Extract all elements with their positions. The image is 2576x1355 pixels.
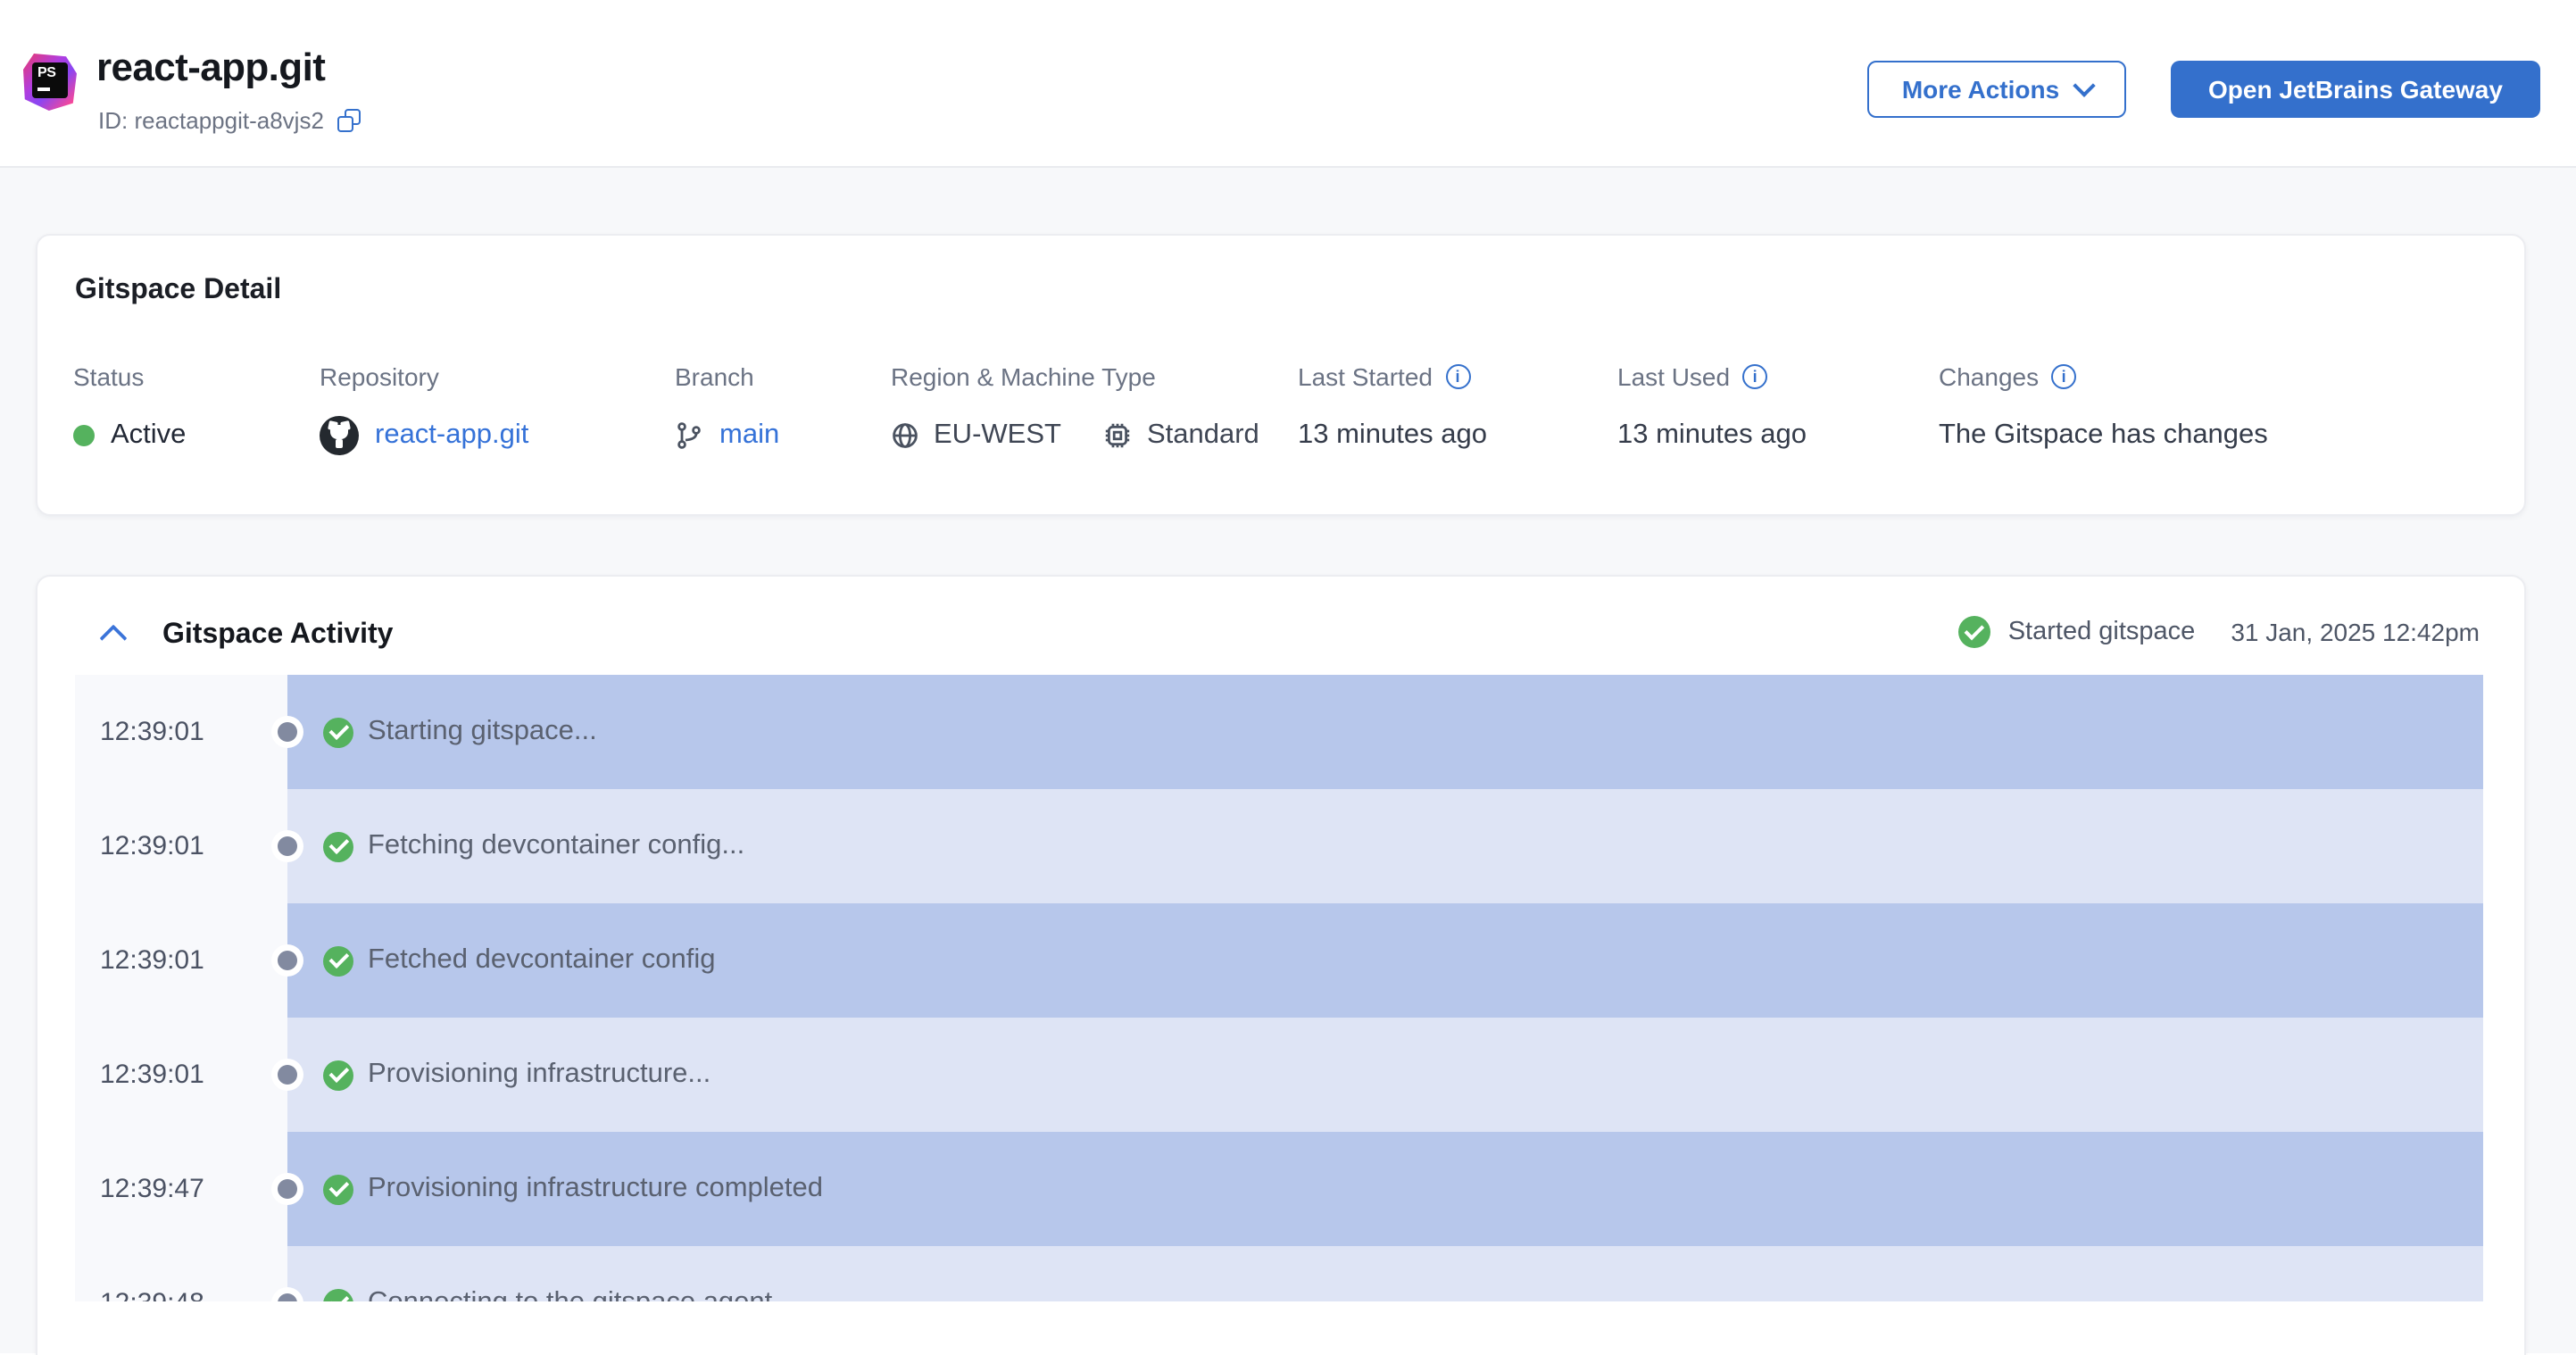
activity-row-message: Starting gitspace... — [368, 716, 597, 746]
check-circle-icon — [1957, 616, 1990, 648]
field-changes: Changes i The Gitspace has changes — [1939, 362, 2268, 457]
last-started-value: 13 minutes ago — [1298, 420, 1487, 450]
status-value: Active — [111, 420, 187, 450]
activity-log: 12:39:01 Starting gitspace... 12:39:01 F… — [75, 675, 2483, 1301]
last-started-label: Last Started — [1298, 362, 1433, 391]
check-circle-icon — [323, 1060, 353, 1090]
check-circle-icon — [323, 831, 353, 861]
phpstorm-underscore — [37, 87, 50, 91]
collapse-chevron-up-icon[interactable] — [102, 625, 127, 646]
activity-row-message: Connecting to the gitspace agent... — [368, 1287, 795, 1301]
cpu-icon — [1106, 423, 1131, 448]
info-icon[interactable]: i — [2051, 364, 2077, 389]
gitspace-id-row: ID: reactappgit-a8vjs2 — [98, 107, 361, 134]
activity-row-message: Provisioning infrastructure... — [368, 1059, 711, 1089]
activity-row-time: 12:39:01 — [100, 1060, 204, 1090]
timeline-dot — [278, 1179, 297, 1199]
status-label: Status — [73, 362, 145, 391]
branch-link[interactable]: main — [719, 420, 779, 452]
activity-row-message: Fetching devcontainer config... — [368, 830, 745, 860]
activity-timestamp: 31 Jan, 2025 12:42pm — [2231, 618, 2480, 646]
region-value: EU-WEST — [934, 420, 1061, 450]
activity-row-message: Provisioning infrastructure completed — [368, 1173, 824, 1203]
open-jetbrains-gateway-button[interactable]: Open JetBrains Gateway — [2171, 61, 2540, 118]
field-repository: Repository react-app.git — [320, 362, 528, 457]
detail-card-title: Gitspace Detail — [75, 275, 282, 305]
check-circle-icon — [323, 945, 353, 976]
gitspace-activity-card: Gitspace Activity Started gitspace 31 Ja… — [36, 575, 2526, 1355]
info-icon[interactable]: i — [1742, 364, 1768, 389]
check-circle-icon — [323, 1288, 353, 1301]
field-region-machine: Region & Machine Type EU-WEST Standard — [891, 362, 1259, 457]
copy-icon[interactable] — [337, 109, 361, 132]
more-actions-label: More Actions — [1901, 75, 2060, 104]
timeline-dot — [278, 836, 297, 856]
last-used-label: Last Used — [1617, 362, 1731, 391]
status-dot-icon — [73, 425, 95, 446]
machine-type-value: Standard — [1146, 420, 1259, 450]
activity-row: 12:39:01 Fetched devcontainer config — [75, 903, 2483, 1018]
field-last-used: Last Used i 13 minutes ago — [1617, 362, 1807, 457]
check-circle-icon — [323, 717, 353, 747]
open-gateway-label: Open JetBrains Gateway — [2208, 75, 2503, 104]
field-branch: Branch main — [675, 362, 779, 457]
timeline-dot — [278, 1065, 297, 1085]
more-actions-button[interactable]: More Actions — [1867, 61, 2126, 118]
activity-row-time: 12:39:01 — [100, 717, 204, 747]
repository-label: Repository — [320, 362, 439, 391]
activity-row: 12:39:01 Fetching devcontainer config... — [75, 789, 2483, 903]
last-used-value: 13 minutes ago — [1617, 420, 1807, 450]
timeline-dot — [278, 951, 297, 970]
activity-row-time: 12:39:48 — [100, 1288, 204, 1301]
activity-row-time: 12:39:01 — [100, 831, 204, 861]
activity-row: 12:39:48 Connecting to the gitspace agen… — [75, 1246, 2483, 1301]
gitspace-detail-card: Gitspace Detail Status Active Repository… — [36, 234, 2526, 516]
chevron-down-icon — [2072, 73, 2095, 96]
changes-value: The Gitspace has changes — [1939, 420, 2268, 450]
region-machine-label: Region & Machine Type — [891, 362, 1156, 391]
github-icon — [320, 416, 359, 455]
activity-card-title: Gitspace Activity — [162, 619, 394, 650]
globe-icon — [893, 423, 918, 448]
check-circle-icon — [323, 1174, 353, 1204]
activity-row-message: Fetched devcontainer config — [368, 944, 716, 975]
page-title: react-app.git — [96, 45, 326, 89]
changes-label: Changes — [1939, 362, 2040, 391]
gitspace-id: ID: reactappgit-a8vjs2 — [98, 107, 324, 134]
field-last-started: Last Started i 13 minutes ago — [1298, 362, 1487, 457]
page: PS react-app.git ID: reactappgit-a8vjs2 … — [0, 0, 2576, 1355]
activity-row: 12:39:01 Starting gitspace... — [75, 675, 2483, 789]
info-icon[interactable]: i — [1445, 364, 1470, 389]
branch-label: Branch — [675, 362, 754, 391]
activity-status-label: Started gitspace — [2007, 618, 2196, 646]
top-header: PS react-app.git ID: reactappgit-a8vjs2 … — [0, 0, 2576, 168]
phpstorm-logo-text: PS — [37, 64, 56, 80]
phpstorm-logo-icon: PS — [23, 54, 77, 111]
activity-status: Started gitspace 31 Jan, 2025 12:42pm — [1957, 616, 2480, 648]
activity-row-time: 12:39:47 — [100, 1174, 204, 1204]
field-status: Status Active — [73, 362, 186, 457]
activity-row: 12:39:01 Provisioning infrastructure... — [75, 1018, 2483, 1132]
git-branch-icon — [677, 422, 701, 449]
timeline-dot — [278, 722, 297, 742]
activity-row: 12:39:47 Provisioning infrastructure com… — [75, 1132, 2483, 1246]
repository-link[interactable]: react-app.git — [375, 420, 528, 452]
activity-row-time: 12:39:01 — [100, 945, 204, 976]
